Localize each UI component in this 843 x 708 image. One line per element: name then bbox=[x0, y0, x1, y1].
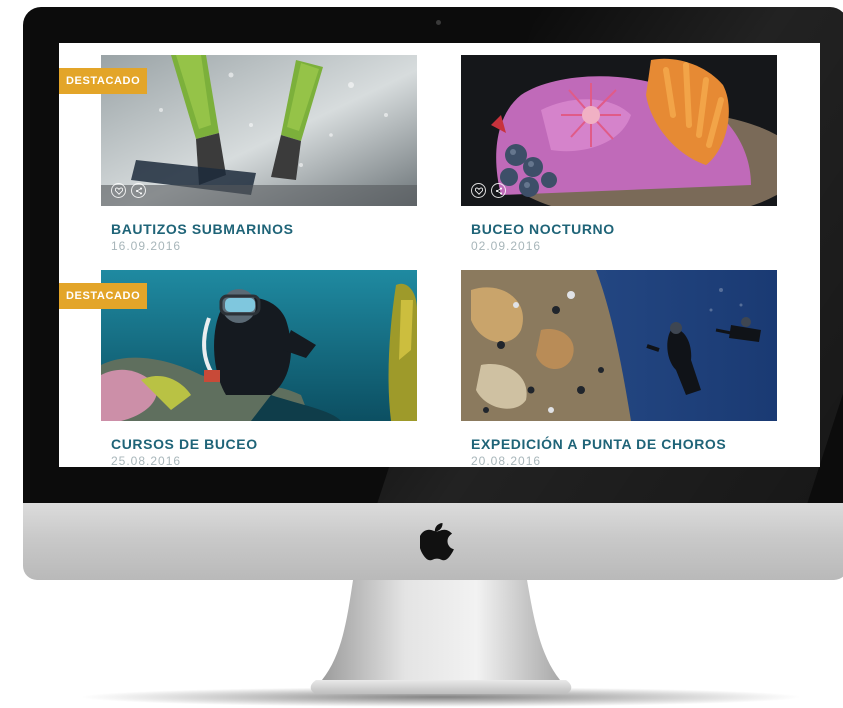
featured-badge: DESTACADO bbox=[59, 68, 148, 94]
post-thumbnail-coral[interactable] bbox=[461, 55, 777, 206]
post-card[interactable]: BAUTIZOS SUBMARINOS 16.09.2016 bbox=[101, 55, 417, 255]
post-title[interactable]: CURSOS DE BUCEO bbox=[111, 436, 258, 452]
heart-icon[interactable] bbox=[111, 183, 126, 198]
featured-badge: DESTACADO bbox=[59, 283, 148, 309]
post-card[interactable]: EXPEDICIÓN A PUNTA DE CHOROS 20.08.2016 bbox=[461, 270, 777, 467]
post-date: 25.08.2016 bbox=[111, 454, 182, 467]
post-title[interactable]: EXPEDICIÓN A PUNTA DE CHOROS bbox=[471, 436, 726, 452]
heart-icon[interactable] bbox=[471, 183, 486, 198]
post-thumbnail-reef[interactable] bbox=[461, 270, 777, 421]
website-screen: BAUTIZOS SUBMARINOS 16.09.2016 DESTACADO bbox=[59, 43, 820, 467]
share-icon[interactable] bbox=[491, 183, 506, 198]
post-title[interactable]: BUCEO NOCTURNO bbox=[471, 221, 615, 237]
post-date: 16.09.2016 bbox=[111, 239, 182, 253]
share-icon[interactable] bbox=[131, 183, 146, 198]
post-card[interactable]: CURSOS DE BUCEO 25.08.2016 bbox=[101, 270, 417, 467]
post-card[interactable]: BUCEO NOCTURNO 02.09.2016 bbox=[461, 55, 777, 255]
post-date: 20.08.2016 bbox=[471, 454, 542, 467]
post-thumbnail-diver[interactable] bbox=[101, 270, 417, 421]
camera-icon bbox=[436, 20, 441, 25]
post-date: 02.09.2016 bbox=[471, 239, 542, 253]
post-thumbnail-fins[interactable] bbox=[101, 55, 417, 206]
apple-logo-icon bbox=[420, 523, 454, 561]
post-title[interactable]: BAUTIZOS SUBMARINOS bbox=[111, 221, 294, 237]
